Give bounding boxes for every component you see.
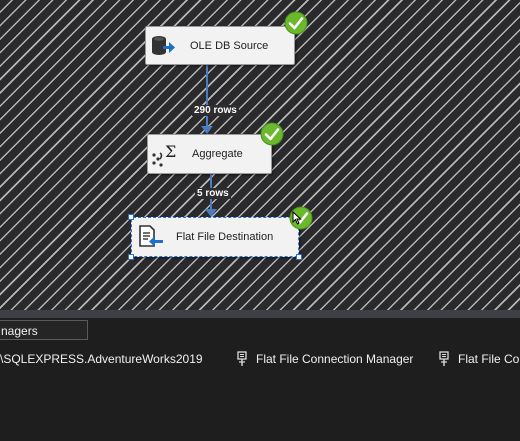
connection-managers-panel: nagers \SQLEXPRESS.AdventureWorks2019 Fl…	[0, 318, 520, 441]
selection-handle[interactable]	[128, 214, 134, 220]
connection-managers-tab[interactable]: nagers	[0, 320, 88, 340]
task-label: Aggregate	[192, 148, 243, 160]
connection-manager-item[interactable]: Flat File Connection Manager	[236, 348, 413, 370]
connection-manager-item[interactable]: \SQLEXPRESS.AdventureWorks2019	[0, 348, 203, 370]
aggregate-icon: Σ	[152, 142, 176, 167]
connection-manager-label: \SQLEXPRESS.AdventureWorks2019	[0, 352, 203, 366]
selection-handle[interactable]	[296, 254, 302, 260]
flat-file-connection-icon	[237, 351, 247, 366]
connection-managers-list: \SQLEXPRESS.AdventureWorks2019 Flat File…	[0, 348, 520, 370]
ole-db-source-icon	[152, 36, 175, 55]
path-row-count-label: 290 rows	[192, 105, 239, 116]
task-ole-db-source[interactable]: OLE DB Source	[145, 26, 295, 65]
connection-manager-label: Flat File Co	[458, 352, 520, 366]
flat-file-connection-icon	[439, 351, 449, 366]
data-path-source-to-aggregate[interactable]	[201, 65, 213, 134]
flat-file-destination-icon	[139, 225, 163, 247]
task-flat-file-destination[interactable]: Flat File Destination	[131, 217, 299, 257]
success-check-icon	[260, 122, 284, 146]
selection-handle[interactable]	[128, 254, 134, 260]
task-aggregate[interactable]: Σ Aggregate	[147, 134, 272, 174]
connection-manager-item[interactable]: Flat File Co	[438, 348, 519, 370]
svg-text:Σ: Σ	[165, 142, 176, 161]
connection-manager-label: Flat File Connection Manager	[256, 352, 414, 366]
data-flow-canvas[interactable]: 290 rows 5 rows OLE DB Source Σ Aggregat…	[0, 0, 520, 310]
path-row-count-label: 5 rows	[195, 188, 231, 199]
panel-splitter[interactable]	[0, 310, 520, 318]
task-label: OLE DB Source	[190, 39, 269, 52]
mouse-cursor-icon	[292, 211, 302, 225]
success-check-icon	[284, 11, 308, 35]
task-label: Flat File Destination	[176, 231, 274, 243]
